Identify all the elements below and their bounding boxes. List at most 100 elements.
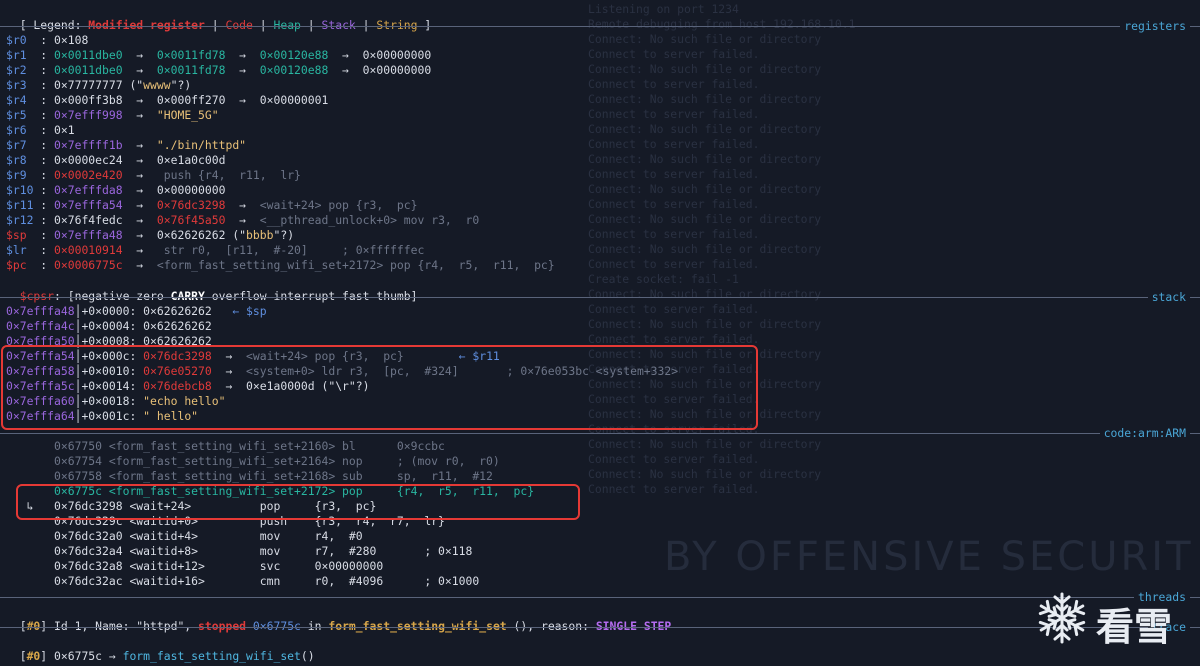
register-deref: 0×0011fd78 — [156, 48, 226, 62]
register-deref: str r0, [r11, #-20] ; 0×ffffffec — [163, 243, 425, 257]
register-name: $r8 — [6, 153, 41, 167]
registers-separator — [0, 26, 1200, 27]
register-row: $r5 : 0×7efff998 → "HOME_5G" — [6, 108, 219, 123]
register-deref: <form_fast_setting_wifi_set+2172> pop {r… — [156, 258, 555, 272]
cpsr-carry-flag: CARRY — [170, 289, 205, 303]
register-colon: : — [40, 123, 55, 137]
background-terminal-line: Connect: No such file or directory — [588, 92, 822, 106]
register-colon: : — [40, 258, 55, 272]
register-name: $r7 — [6, 138, 41, 152]
legend-modified: Modified register — [88, 18, 205, 32]
register-colon: : — [40, 213, 55, 227]
background-terminal-line: Connect to server failed. — [588, 482, 760, 496]
register-deref: → — [122, 153, 157, 167]
legend-line: [ Legend: Modified register | Code | Hea… — [6, 3, 432, 32]
thread-reason: SINGLE STEP — [595, 619, 672, 633]
code-line: 0×76dc32a4 <waitid+8> mov r7, #280 ; 0×1… — [6, 544, 473, 558]
register-name: $r11 — [6, 198, 41, 212]
thread-reason-label: (), reason: — [506, 619, 596, 633]
background-terminal-line: Connect: No such file or directory — [588, 242, 822, 256]
register-deref: → — [225, 198, 260, 212]
register-deref: → — [122, 213, 157, 227]
register-value: 0×0000ec24 — [54, 153, 123, 167]
register-colon: : — [40, 198, 55, 212]
register-row: $r9 : 0×0002e420 → push {r4, r11, lr} — [6, 168, 301, 183]
legend-code: Code — [225, 18, 253, 32]
register-colon: : — [40, 243, 55, 257]
register-deref: → — [122, 93, 157, 107]
register-colon: : — [40, 33, 55, 47]
cpsr-flags-pre: : [negative zero — [54, 289, 171, 303]
register-value: 0×1 — [54, 123, 75, 137]
background-terminal-line: Connect: No such file or directory — [588, 182, 822, 196]
register-colon: : — [40, 183, 55, 197]
register-deref: → — [328, 63, 363, 77]
code-highlight-box — [16, 484, 580, 520]
register-value: 0×7efffa48 — [54, 228, 123, 242]
register-row: $pc : 0×0006775c → <form_fast_setting_wi… — [6, 258, 555, 273]
register-name: $r4 — [6, 93, 41, 107]
register-deref: "./bin/httpd" — [156, 138, 247, 152]
register-deref: → — [122, 183, 157, 197]
register-value: 0×0002e420 — [54, 168, 123, 182]
cpsr-flags-post: overflow interrupt fast thumb] — [204, 289, 418, 303]
register-row: $r7 : 0×7effff1b → "./bin/httpd" — [6, 138, 246, 153]
stack-offset: +0×0000: — [81, 304, 144, 318]
register-deref: bbbb — [246, 228, 274, 242]
register-colon: : — [40, 153, 55, 167]
stack-value: 0×62626262 — [143, 304, 212, 318]
cpsr-line: $cpsr: [negative zero CARRY overflow int… — [6, 274, 418, 303]
background-terminal-line: Connect to server failed. — [588, 227, 760, 241]
trace-bracket: [ — [19, 649, 27, 663]
register-value: 0×77777777 — [54, 78, 123, 92]
register-deref: → — [122, 63, 157, 77]
register-value: 0×000ff3b8 — [54, 93, 123, 107]
legend-sep: | — [252, 18, 274, 32]
cpsr-name: $cpsr — [19, 289, 55, 303]
legend-sep: | — [204, 18, 226, 32]
stack-value: 0×62626262 — [143, 319, 212, 333]
stack-address: 0×7efffa4c — [6, 319, 75, 333]
stack-row: 0×7efffa48│+0×0000: 0×62626262 ← $sp — [6, 304, 267, 319]
thread-info: ] Id 1, Name: "httpd", — [40, 619, 199, 633]
register-colon: : — [40, 63, 55, 77]
register-deref: "?) — [170, 78, 192, 92]
register-value: 0×0011dbe0 — [54, 48, 123, 62]
trace-address: ] 0×6775c → — [40, 649, 123, 663]
register-deref: 0×00000000 — [362, 48, 432, 62]
code-line: 0×76dc32a0 <waitid+4> mov r4, #0 — [6, 529, 363, 543]
register-row: $r6 : 0×1 — [6, 123, 75, 138]
register-name: $r0 — [6, 33, 41, 47]
register-deref: <__pthread_unlock+0> mov r3, r0 — [259, 213, 480, 227]
background-terminal-line: Connect to server failed. — [588, 302, 760, 316]
background-terminal-line: Connect to server failed. — [588, 137, 760, 151]
register-deref: → — [122, 258, 157, 272]
background-terminal-line: Connect: No such file or directory — [588, 32, 822, 46]
background-terminal-line: Connect to server failed. — [588, 257, 760, 271]
register-row: $r2 : 0×0011dbe0 → 0×0011fd78 → 0×00120e… — [6, 63, 431, 78]
threads-separator — [0, 597, 1200, 598]
stack-row: 0×7efffa4c│+0×0004: 0×62626262 — [6, 319, 212, 334]
register-name: $r2 — [6, 63, 41, 77]
background-terminal-line: Connect to server failed. — [588, 77, 760, 91]
register-deref: → — [122, 108, 157, 122]
background-terminal-line: Connect: No such file or directory — [588, 317, 822, 331]
register-name: $r1 — [6, 48, 41, 62]
background-terminal-line: Connect to server failed. — [588, 167, 760, 181]
stack-highlight-box — [1, 345, 758, 430]
register-colon: : — [40, 228, 55, 242]
stack-separator — [0, 297, 1200, 298]
trace-separator — [0, 627, 1200, 628]
register-deref: 0×00000000 — [156, 183, 226, 197]
registers-section-label: registers — [1120, 19, 1190, 33]
register-deref: → — [122, 168, 164, 182]
background-terminal-line: Connect to server failed. — [588, 197, 760, 211]
register-value: 0×0011dbe0 — [54, 63, 123, 77]
register-name: $r12 — [6, 213, 41, 227]
register-deref: 0×76dc3298 — [156, 198, 226, 212]
register-deref: 0×76f45a50 — [156, 213, 226, 227]
register-deref: 0×62626262 (" — [156, 228, 247, 242]
snowflake-icon — [1036, 592, 1088, 644]
thread-state: stopped — [198, 619, 247, 633]
register-colon: : — [40, 78, 55, 92]
